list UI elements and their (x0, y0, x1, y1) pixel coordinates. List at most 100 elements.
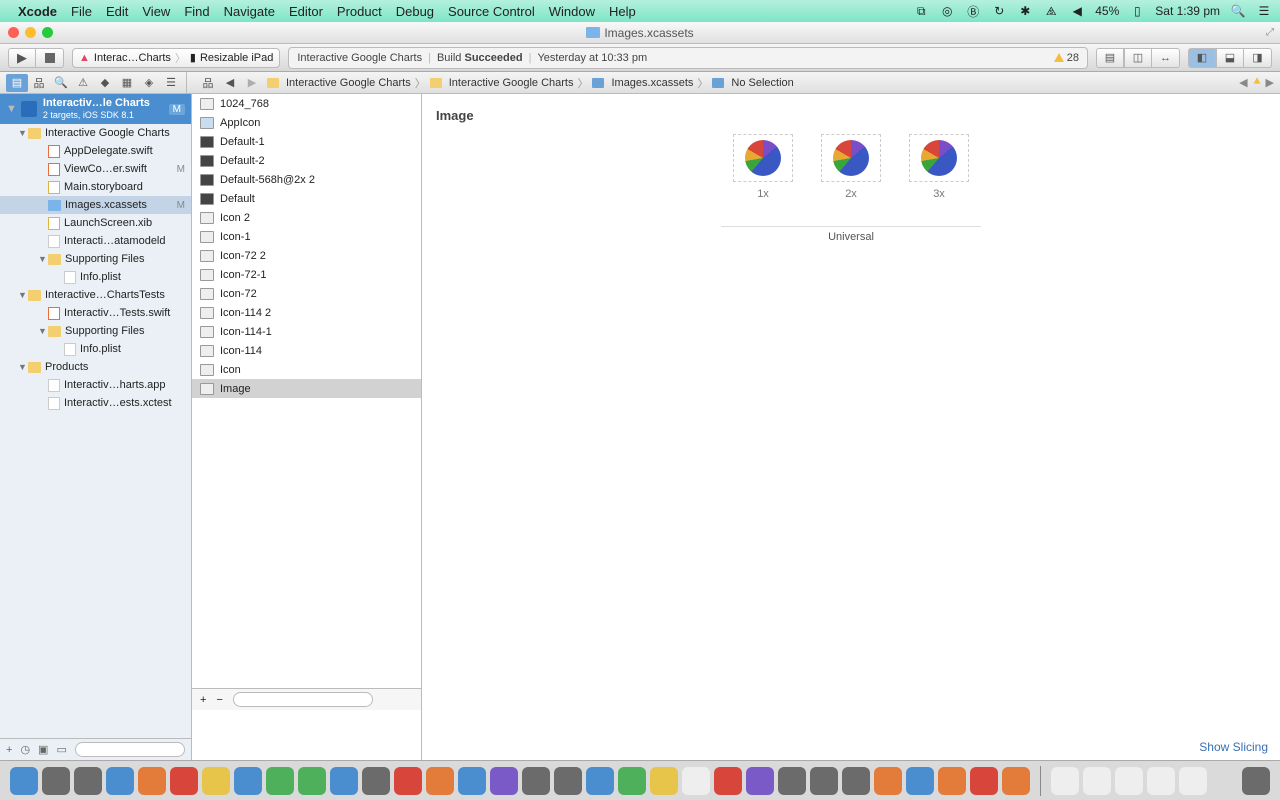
tree-row[interactable]: ViewCo…er.swiftM (0, 160, 191, 178)
tree-row[interactable]: ▼Interactive…ChartsTests (0, 286, 191, 304)
dock-folder-4[interactable] (1147, 767, 1175, 795)
menu-product[interactable]: Product (337, 4, 382, 19)
dock-folder-3[interactable] (1115, 767, 1143, 795)
tree-row[interactable]: Images.xcassetsM (0, 196, 191, 214)
dock-app-xcode[interactable] (842, 767, 870, 795)
dock-folder-2[interactable] (1083, 767, 1111, 795)
symbol-navigator-tab[interactable]: 品 (28, 74, 50, 92)
remove-asset-button[interactable]: − (216, 694, 222, 706)
asset-row[interactable]: Icon (192, 360, 421, 379)
tree-row[interactable]: Interactiv…Tests.swift (0, 304, 191, 322)
tree-row[interactable]: LaunchScreen.xib (0, 214, 191, 232)
asset-row[interactable]: Icon-114 2 (192, 303, 421, 322)
image-well-2x[interactable] (821, 134, 881, 182)
dock-app-itunes[interactable] (394, 767, 422, 795)
dock-app-other2[interactable] (618, 767, 646, 795)
dock-app-facetime[interactable] (330, 767, 358, 795)
disclosure-icon[interactable]: ▼ (18, 290, 28, 300)
image-well-3x[interactable] (909, 134, 969, 182)
dock-app-launchpad[interactable] (362, 767, 390, 795)
asset-row[interactable]: AppIcon (192, 113, 421, 132)
volume-icon[interactable]: ◀ (1069, 3, 1085, 19)
run-button[interactable]: ▶ (8, 48, 36, 68)
test-navigator-tab[interactable]: ◆ (94, 74, 116, 92)
debug-navigator-tab[interactable]: ▦ (116, 74, 138, 92)
asset-filter-field[interactable] (233, 692, 373, 707)
notifications-icon[interactable]: ☰ (1256, 3, 1272, 19)
asset-row[interactable]: Icon-114 (192, 341, 421, 360)
dock-app-safari[interactable] (74, 767, 102, 795)
show-slicing-button[interactable]: Show Slicing (1199, 740, 1268, 754)
menu-edit[interactable]: Edit (106, 4, 128, 19)
prev-issue-button[interactable]: ◀ (1239, 76, 1247, 89)
asset-row[interactable]: Image (192, 379, 421, 398)
tree-row[interactable]: ▼Products (0, 358, 191, 376)
dock-app-finder[interactable] (10, 767, 38, 795)
standard-editor-button[interactable]: ▤ (1096, 48, 1124, 68)
breadcrumb-item[interactable]: Interactive Google Charts (286, 77, 411, 89)
breakpoint-navigator-tab[interactable]: ◈ (138, 74, 160, 92)
dock-trash[interactable] (1242, 767, 1270, 795)
dock-app-bitdefender[interactable] (906, 767, 934, 795)
dock-app-bookwright[interactable] (1002, 767, 1030, 795)
disclosure-icon[interactable]: ▼ (18, 362, 28, 372)
asset-row[interactable]: Icon-72 (192, 284, 421, 303)
forward-button[interactable]: ▶ (241, 74, 263, 92)
asset-row[interactable]: Icon-72-1 (192, 265, 421, 284)
dock-app-calendar[interactable] (170, 767, 198, 795)
filter-field[interactable] (75, 742, 185, 757)
image-well-1x[interactable] (733, 134, 793, 182)
spotlight-icon[interactable]: 🔍 (1230, 3, 1246, 19)
filter-scm-button[interactable]: ▣ (38, 743, 48, 756)
dock-app-messages[interactable] (298, 767, 326, 795)
filter-recent-button[interactable]: ◷ (20, 743, 30, 756)
right-panel-toggle[interactable]: ◨ (1244, 48, 1272, 68)
add-asset-button[interactable]: + (200, 694, 206, 706)
battery-icon[interactable]: ▯ (1129, 3, 1145, 19)
project-navigator-tab[interactable]: ▤ (6, 74, 28, 92)
dock-app-systemprefs[interactable] (554, 767, 582, 795)
tree-row[interactable]: ▼Supporting Files (0, 322, 191, 340)
report-navigator-tab[interactable]: ☰ (160, 74, 182, 92)
next-issue-button[interactable]: ▶ (1266, 76, 1274, 89)
back-button[interactable]: ◀ (219, 74, 241, 92)
dock-app-chrome[interactable] (650, 767, 678, 795)
tree-row[interactable]: Interactiv…harts.app (0, 376, 191, 394)
timemachine-icon[interactable]: ↻ (991, 3, 1007, 19)
asset-row[interactable]: Icon 2 (192, 208, 421, 227)
menu-navigate[interactable]: Navigate (224, 4, 275, 19)
b-icon[interactable]: Ⓑ (965, 3, 981, 19)
dock-app-filezilla[interactable] (970, 767, 998, 795)
tree-row[interactable]: Info.plist (0, 340, 191, 358)
dock-app-ibooks[interactable] (426, 767, 454, 795)
tree-row[interactable]: Info.plist (0, 268, 191, 286)
menu-source-control[interactable]: Source Control (448, 4, 535, 19)
dock-app-doc[interactable] (682, 767, 710, 795)
left-panel-toggle[interactable]: ◧ (1188, 48, 1216, 68)
asset-row[interactable]: Icon-114-1 (192, 322, 421, 341)
dock-app-other4[interactable] (874, 767, 902, 795)
disclosure-icon[interactable]: ▼ (18, 128, 28, 138)
dock-app-other3[interactable] (778, 767, 806, 795)
dock-folder-5[interactable] (1179, 767, 1207, 795)
filter-unsaved-button[interactable]: ▭ (56, 743, 66, 756)
dock-app-imovie[interactable] (746, 767, 774, 795)
menu-find[interactable]: Find (184, 4, 209, 19)
version-editor-button[interactable]: ↔ (1152, 48, 1180, 68)
dock-app-appstore[interactable] (458, 767, 486, 795)
dock-app-mail[interactable] (106, 767, 134, 795)
dock-app-reminders[interactable] (234, 767, 262, 795)
disclosure-icon[interactable]: ▼ (38, 254, 48, 264)
asset-row[interactable]: Icon-72 2 (192, 246, 421, 265)
dock-app-contacts[interactable] (138, 767, 166, 795)
scheme-selector[interactable]: ▲ Interac…Charts 〉 ▮ Resizable iPad (72, 48, 280, 68)
asset-row[interactable]: Default-2 (192, 151, 421, 170)
dock-app-firefox[interactable] (938, 767, 966, 795)
asset-row[interactable]: Icon-1 (192, 227, 421, 246)
bottom-panel-toggle[interactable]: ⬓ (1216, 48, 1244, 68)
tree-row[interactable]: ▼Supporting Files (0, 250, 191, 268)
menu-debug[interactable]: Debug (396, 4, 434, 19)
dock-app-preview[interactable] (522, 767, 550, 795)
add-button[interactable]: + (6, 744, 12, 756)
dock-app-dashboard[interactable] (42, 767, 70, 795)
